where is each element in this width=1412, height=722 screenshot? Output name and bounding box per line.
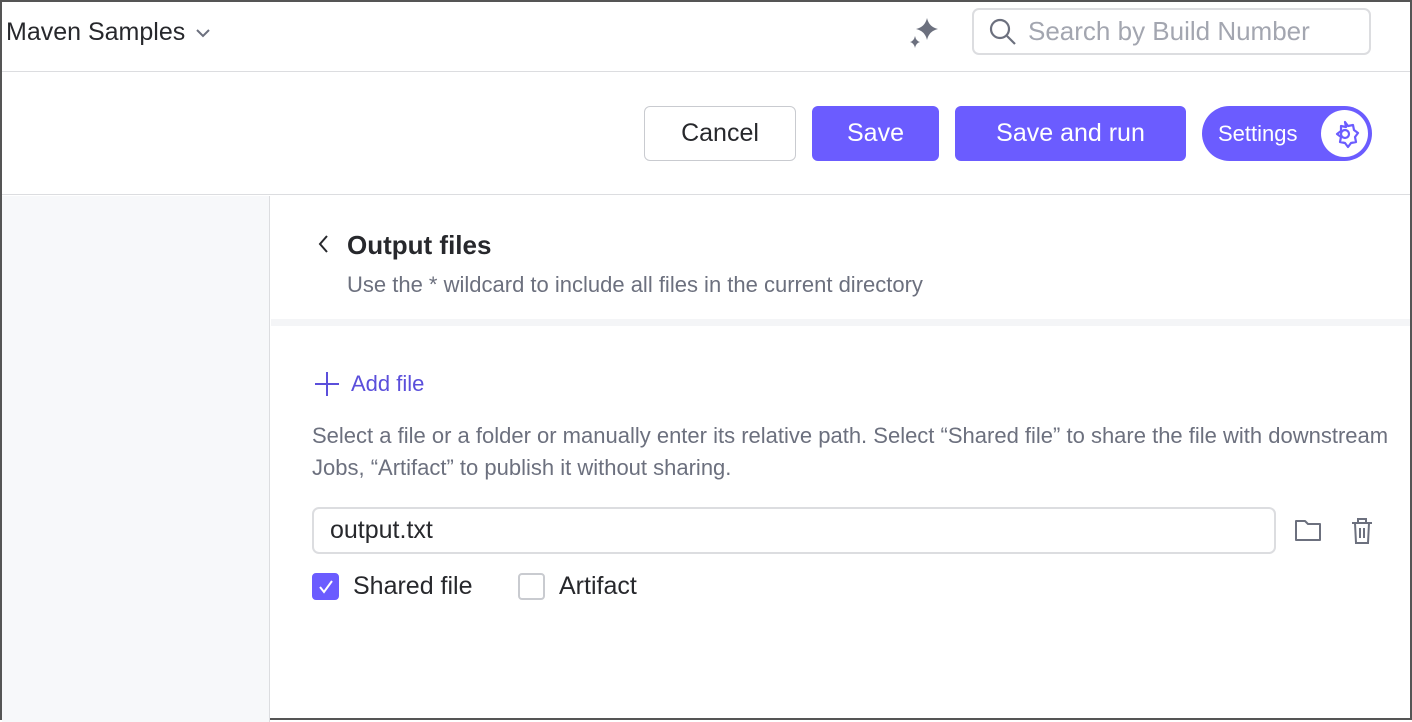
shared-file-label: Shared file <box>353 572 473 601</box>
search-input[interactable] <box>1028 16 1348 47</box>
page-subtitle: Use the * wildcard to include all files … <box>347 272 923 298</box>
checkbox-checked[interactable] <box>312 573 339 600</box>
settings-button[interactable]: Settings <box>1202 106 1372 161</box>
add-file-label: Add file <box>351 371 424 397</box>
project-name: Maven Samples <box>6 18 185 47</box>
checkbox-unchecked[interactable] <box>518 573 545 600</box>
settings-label: Settings <box>1218 121 1298 147</box>
sidebar <box>2 196 270 722</box>
artifact-checkbox[interactable]: Artifact <box>518 572 637 601</box>
output-files-panel: Output files Use the * wildcard to inclu… <box>271 196 1410 722</box>
shared-file-checkbox[interactable]: Shared file <box>312 572 473 601</box>
plus-icon <box>313 370 341 398</box>
project-selector[interactable]: Maven Samples <box>6 18 211 47</box>
save-button[interactable]: Save <box>812 106 939 161</box>
search-icon <box>988 17 1018 47</box>
artifact-label: Artifact <box>559 572 637 601</box>
page-title: Output files <box>347 230 491 261</box>
add-file-button[interactable]: Add file <box>313 370 424 398</box>
file-path-input[interactable] <box>312 507 1276 554</box>
folder-icon[interactable] <box>1293 516 1323 544</box>
chevron-down-icon <box>195 28 211 38</box>
back-chevron-icon[interactable] <box>315 232 331 256</box>
action-toolbar: Cancel Save Save and run Settings <box>2 73 1410 195</box>
top-bar: Maven Samples <box>2 2 1410 72</box>
gear-icon <box>1321 110 1368 157</box>
search-box[interactable] <box>972 8 1371 55</box>
save-and-run-button[interactable]: Save and run <box>955 106 1186 161</box>
ai-sparkle-icon[interactable] <box>907 16 941 50</box>
trash-icon[interactable] <box>1349 516 1375 546</box>
check-icon <box>317 578 335 596</box>
help-text: Select a file or a folder or manually en… <box>312 420 1392 484</box>
cancel-button[interactable]: Cancel <box>644 106 796 161</box>
panel-header: Output files Use the * wildcard to inclu… <box>271 196 1410 326</box>
